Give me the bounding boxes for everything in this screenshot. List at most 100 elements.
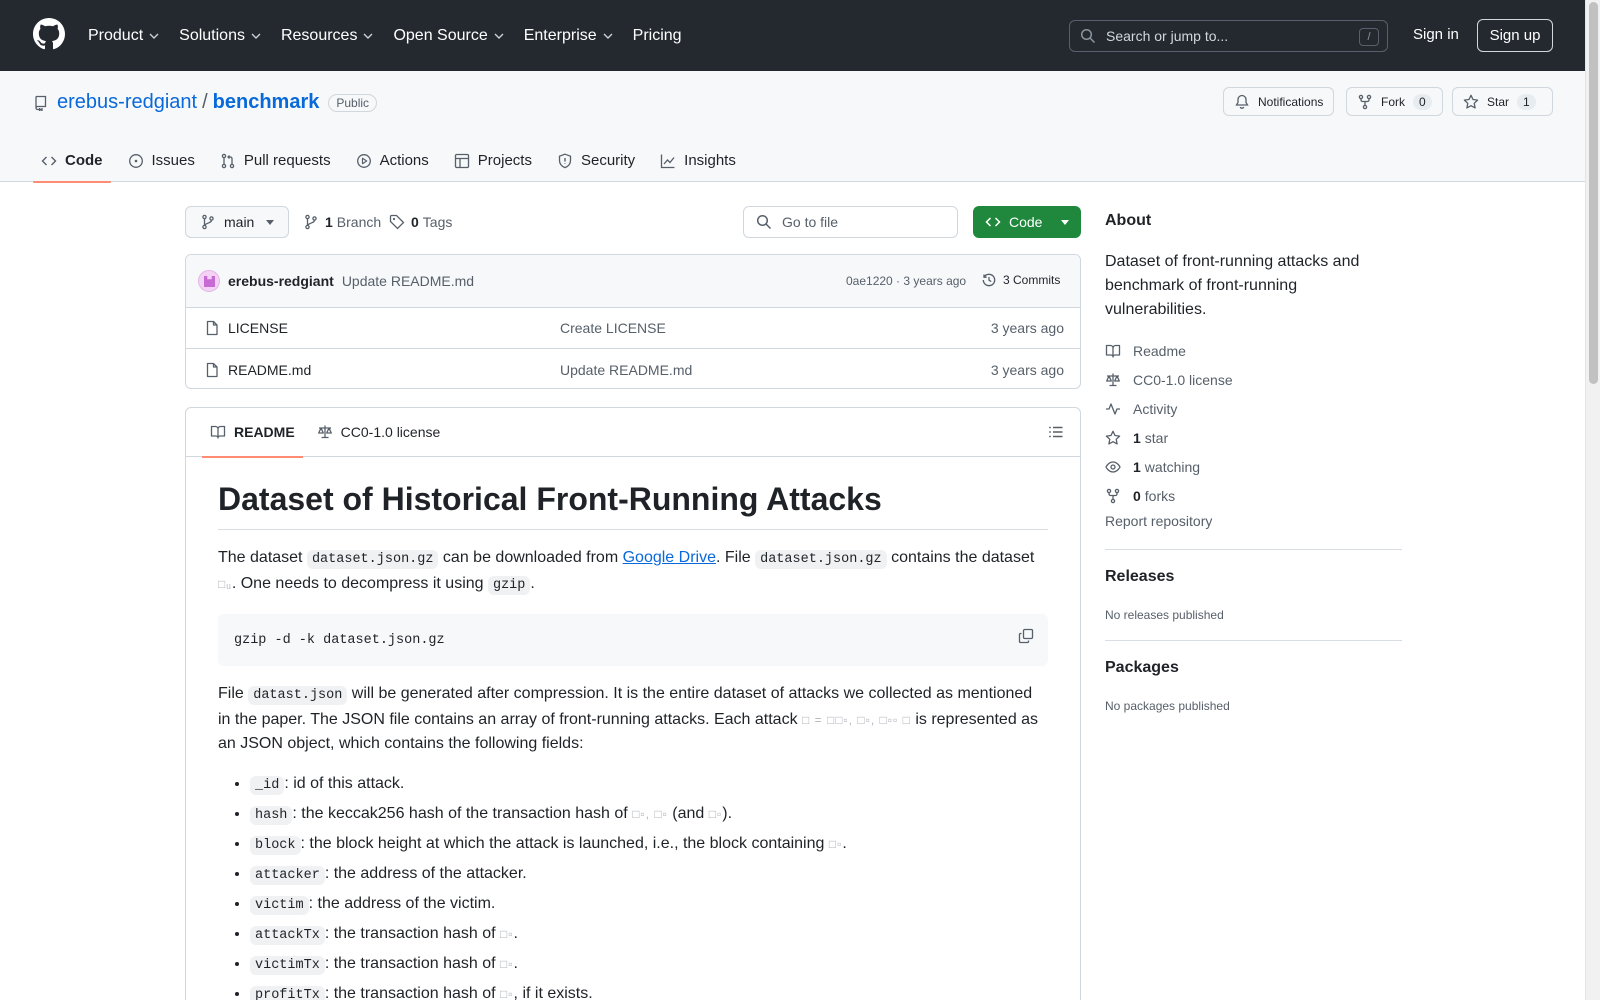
nav-pricing[interactable]: Pricing (633, 27, 682, 45)
releases-empty-text: No releases published (1105, 608, 1224, 622)
tab-issues[interactable]: Issues (120, 139, 203, 182)
table-of-contents-button[interactable] (1048, 424, 1064, 443)
item-label: Readme (1133, 342, 1186, 359)
search-input[interactable]: Search or jump to... / (1069, 20, 1388, 52)
readme-link[interactable]: Readme (1105, 336, 1233, 365)
repo-name-link[interactable]: benchmark (213, 91, 320, 114)
tag-label: Tags (422, 214, 453, 230)
file-row[interactable]: README.md Update README.md 3 years ago (186, 349, 1080, 388)
packages-heading[interactable]: Packages (1105, 659, 1179, 677)
nav-resources[interactable]: Resources (281, 27, 373, 45)
commits-link[interactable]: 3 Commits (981, 272, 1060, 288)
tags-link[interactable]: 0 Tags (389, 214, 452, 230)
tab-pull-requests[interactable]: Pull requests (212, 139, 339, 182)
releases-heading[interactable]: Releases (1105, 568, 1174, 586)
repo-tabs: Code Issues Pull requests Actions Projec… (33, 139, 753, 183)
math-expression: □▫ (708, 807, 723, 821)
nav-product[interactable]: Product (88, 27, 159, 45)
watchers-link[interactable]: 1 watching (1105, 452, 1233, 481)
code-dropdown-button[interactable]: Code (973, 206, 1081, 238)
inline-code: dataset.json.gz (306, 550, 439, 569)
nav-solutions[interactable]: Solutions (179, 27, 261, 45)
report-repository-link[interactable]: Report repository (1105, 513, 1212, 529)
tab-code[interactable]: Code (33, 139, 111, 183)
file-commit-message[interactable]: Update README.md (560, 362, 692, 378)
file-commit-message[interactable]: Create LICENSE (560, 320, 666, 336)
table-icon (454, 153, 469, 168)
divider (1105, 640, 1402, 641)
tab-license[interactable]: CC0-1.0 license (309, 408, 449, 457)
readme-title: Dataset of Historical Front-Running Atta… (218, 479, 1048, 530)
tab-label: Issues (151, 152, 195, 169)
branch-label: Branch (336, 214, 382, 230)
avatar[interactable] (198, 270, 220, 292)
branch-count: 1 (325, 214, 333, 230)
search-icon (756, 214, 772, 230)
fork-button[interactable]: Fork 0 (1346, 87, 1443, 116)
sign-in-link[interactable]: Sign in (1413, 26, 1459, 43)
nav-enterprise[interactable]: Enterprise (524, 27, 613, 45)
tab-actions[interactable]: Actions (348, 139, 437, 182)
chevron-down-icon (603, 31, 613, 41)
license-link[interactable]: CC0-1.0 license (1105, 365, 1233, 394)
eye-icon (1105, 460, 1121, 473)
list-item: attacker: the address of the attacker. (250, 862, 1048, 888)
list-item: profitTx: the transaction hash of □▫, if… (250, 982, 1048, 1000)
file-name[interactable]: LICENSE (228, 320, 288, 336)
go-to-file-input[interactable]: Go to file (743, 206, 958, 238)
tab-security[interactable]: Security (549, 139, 643, 182)
star-label: Star (1487, 94, 1510, 109)
branch-selector[interactable]: main (185, 206, 289, 238)
repo-separator: / (202, 91, 208, 113)
tab-projects[interactable]: Projects (446, 139, 540, 182)
field-desc: : the transaction hash of (324, 955, 501, 972)
search-icon (1080, 28, 1096, 44)
list-unordered-icon (1049, 426, 1063, 438)
file-row[interactable]: LICENSE Create LICENSE 3 years ago (186, 308, 1080, 349)
text: contains the dataset (886, 549, 1035, 566)
tab-label: Insights (684, 152, 736, 169)
tab-readme[interactable]: README (202, 408, 303, 458)
list-item: victim: the address of the victim. (250, 892, 1048, 918)
google-drive-link[interactable]: Google Drive (623, 549, 716, 566)
about-heading: About (1105, 212, 1152, 229)
latest-commit: erebus-redgiant Update README.md 0ae1220… (186, 255, 1080, 308)
commit-hash-time[interactable]: 0ae1220 · 3 years ago (846, 274, 966, 288)
commit-author[interactable]: erebus-redgiant (228, 273, 334, 289)
stars-link[interactable]: 1 star (1105, 423, 1233, 452)
item-count: 1 (1133, 458, 1141, 475)
commit-count: 3 Commits (1003, 273, 1061, 287)
tab-label: Pull requests (243, 152, 331, 169)
repo-owner-link[interactable]: erebus-redgiant (57, 91, 197, 114)
github-logo-icon[interactable] (33, 18, 65, 50)
readme-paragraph-1: The dataset dataset.json.gz can be downl… (218, 546, 1048, 598)
forks-link[interactable]: 0 forks (1105, 481, 1233, 510)
file-name[interactable]: README.md (228, 362, 311, 378)
math-expression: □▫ (500, 987, 514, 1000)
copy-icon (1018, 628, 1034, 644)
math-expression: □▫ (828, 837, 843, 851)
bell-icon (1235, 94, 1249, 109)
text: . (842, 835, 847, 852)
vertical-scrollbar[interactable] (1585, 0, 1600, 1000)
field-desc: : the address of the attacker. (324, 865, 527, 882)
copy-button[interactable] (1018, 628, 1034, 647)
packages-empty-text: No packages published (1105, 699, 1230, 713)
branches-link[interactable]: 1 Branch (303, 214, 381, 230)
field-desc: : the keccak256 hash of the transaction … (292, 805, 633, 822)
notifications-button[interactable]: Notifications (1223, 87, 1335, 116)
activity-link[interactable]: Activity (1105, 394, 1233, 423)
field-key: profitTx (250, 986, 325, 1000)
item-label: watching (1144, 458, 1201, 475)
item-label: forks (1144, 487, 1176, 504)
nav-open-source[interactable]: Open Source (393, 27, 504, 45)
top-nav: Product Solutions Resources Open Source … (88, 0, 702, 71)
sign-up-button[interactable]: Sign up (1477, 19, 1553, 52)
shield-icon (558, 153, 572, 168)
law-icon (1106, 373, 1120, 386)
scrollbar-thumb[interactable] (1589, 2, 1598, 384)
tab-insights[interactable]: Insights (652, 139, 744, 182)
commit-message[interactable]: Update README.md (342, 273, 474, 289)
fork-icon (1106, 488, 1120, 503)
star-button[interactable]: Star 1 (1452, 87, 1553, 116)
